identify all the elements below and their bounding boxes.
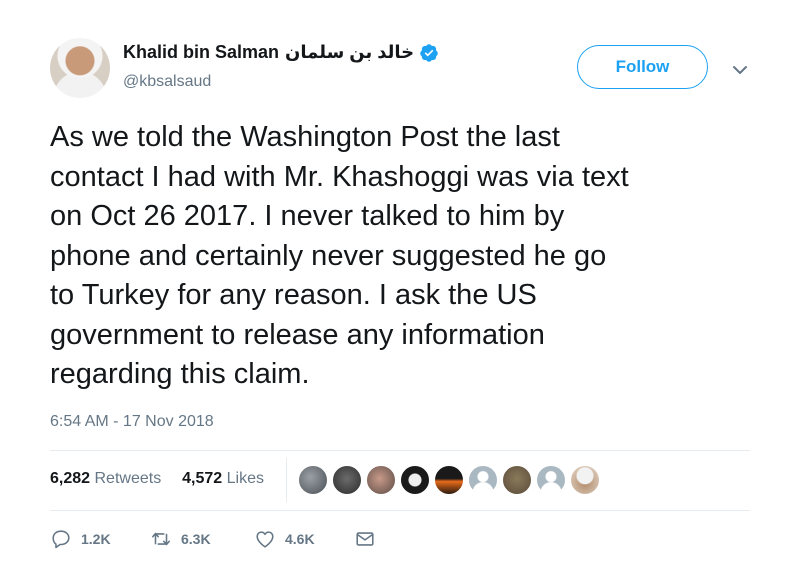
reply-button[interactable]: 1.2K bbox=[50, 528, 111, 550]
reply-count: 1.2K bbox=[81, 531, 111, 547]
author-name-row[interactable]: Khalid bin Salman خالد بن سلمان bbox=[123, 42, 439, 63]
retweets-stat[interactable]: 6,282 Retweets bbox=[50, 470, 166, 487]
retweet-button[interactable]: 6.3K bbox=[150, 528, 211, 550]
likes-count: 4,572 bbox=[182, 470, 223, 487]
chevron-down-icon[interactable] bbox=[730, 60, 750, 80]
likes-stat[interactable]: 4,572 Likes bbox=[182, 470, 264, 487]
liker-avatar[interactable] bbox=[332, 465, 362, 495]
tweet-header: Khalid bin Salman خالد بن سلمان @kbsalsa… bbox=[50, 38, 770, 102]
reply-icon bbox=[52, 530, 70, 549]
author-avatar[interactable] bbox=[50, 38, 110, 98]
tweet-text-line: As we told the Washington Post the last bbox=[50, 121, 560, 153]
heart-icon bbox=[256, 531, 274, 548]
direct-message-button[interactable] bbox=[354, 528, 376, 550]
divider bbox=[50, 510, 750, 511]
retweet-count: 6.3K bbox=[181, 531, 211, 547]
retweet-icon bbox=[151, 532, 171, 546]
retweets-count: 6,282 bbox=[50, 470, 91, 487]
tweet-text-line: contact I had with Mr. Khashoggi was via… bbox=[50, 160, 629, 193]
tweet-text-line: on Oct 26 2017. I never talked to him by bbox=[50, 200, 565, 232]
tweet-timestamp[interactable]: 6:54 AM - 17 Nov 2018 bbox=[50, 413, 214, 431]
tweet-text-line: to Turkey for any reason. I ask the US bbox=[50, 279, 537, 311]
author-handle[interactable]: @kbsalsaud bbox=[123, 73, 211, 91]
liker-avatar[interactable] bbox=[366, 465, 396, 495]
tweet-text: As we told the Washington Post the last … bbox=[50, 118, 755, 395]
liker-avatar[interactable] bbox=[400, 465, 430, 495]
verified-badge-icon bbox=[420, 43, 438, 62]
like-button[interactable]: 4.6K bbox=[254, 528, 315, 550]
likes-label: Likes bbox=[226, 470, 264, 487]
liker-avatar[interactable] bbox=[434, 465, 464, 495]
like-count: 4.6K bbox=[285, 531, 315, 547]
author-arabic-name[interactable]: خالد بن سلمان bbox=[285, 42, 414, 63]
liker-avatar[interactable] bbox=[570, 465, 600, 495]
author-display-name[interactable]: Khalid bin Salman bbox=[123, 42, 279, 63]
tweet-text-line: phone and certainly never suggested he g… bbox=[50, 239, 607, 272]
engagement-stats: 6,282 Retweets 4,572 Likes bbox=[50, 470, 264, 488]
stats-separator bbox=[286, 458, 287, 502]
liker-avatar[interactable] bbox=[468, 465, 498, 495]
liker-avatar[interactable] bbox=[502, 465, 532, 495]
liker-avatar[interactable] bbox=[536, 465, 566, 495]
retweets-label: Retweets bbox=[94, 470, 162, 487]
tweet-text-line: regarding this claim. bbox=[50, 358, 310, 390]
follow-button[interactable]: Follow bbox=[577, 45, 708, 89]
tweet-text-line: government to release any information bbox=[50, 318, 545, 351]
divider bbox=[50, 450, 750, 451]
direct-message-icon bbox=[356, 532, 374, 546]
liker-avatar[interactable] bbox=[298, 465, 328, 495]
